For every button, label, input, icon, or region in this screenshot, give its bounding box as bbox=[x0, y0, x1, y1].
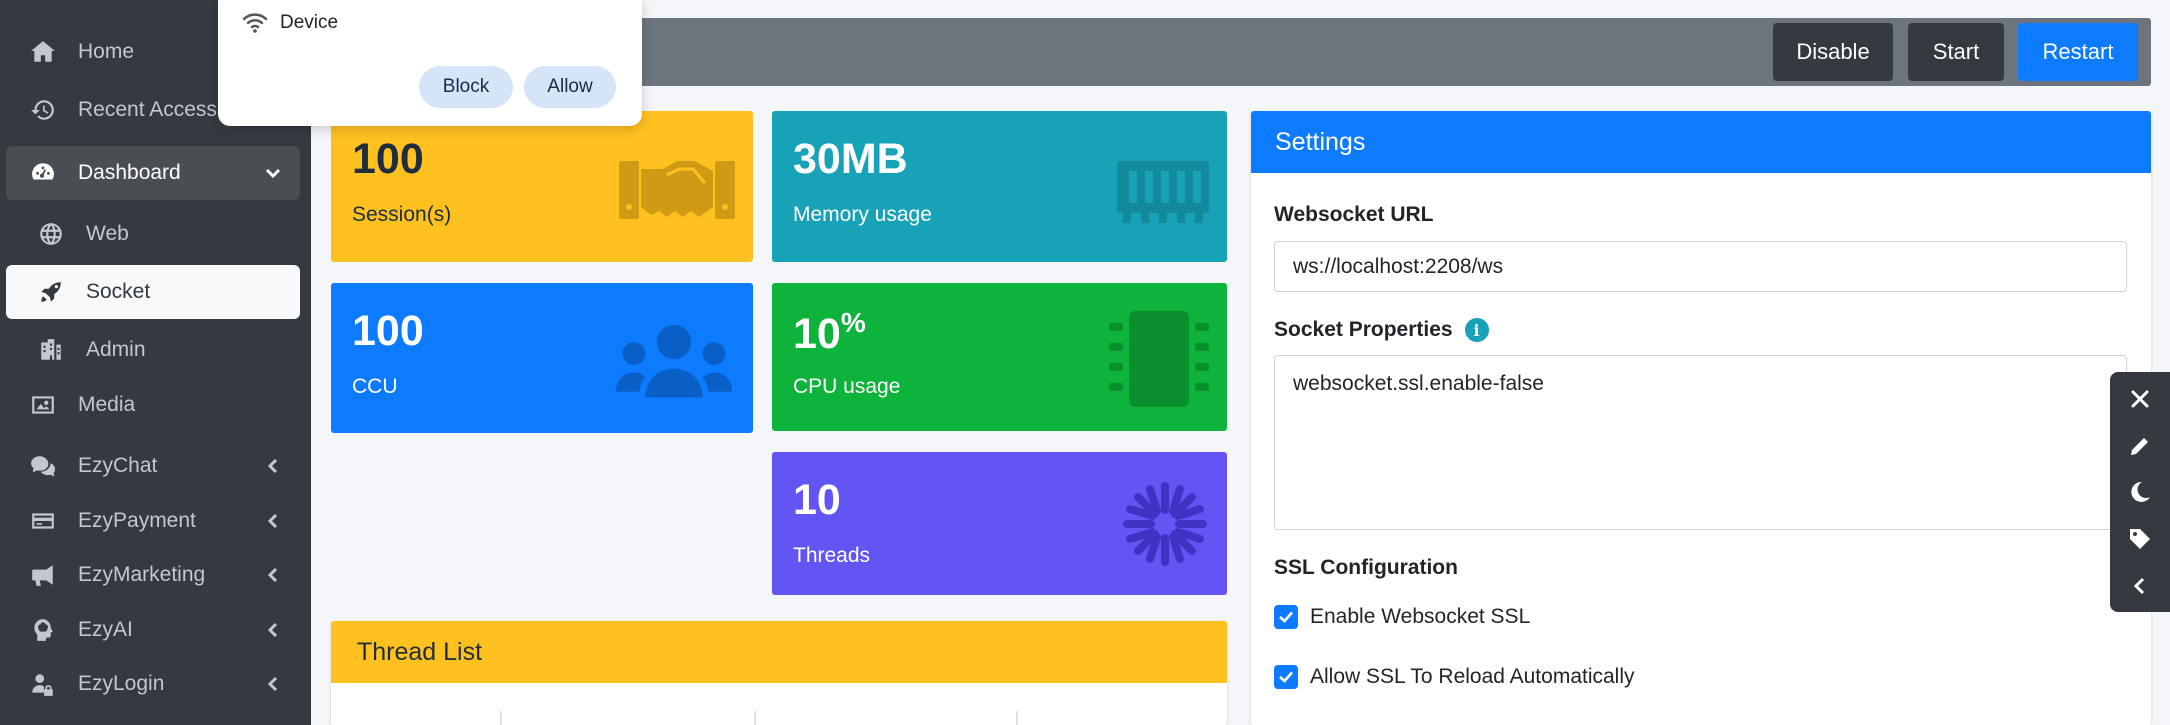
device-label: Device bbox=[280, 12, 339, 33]
chevron-left-icon[interactable] bbox=[2125, 571, 2155, 601]
socket-properties-label-row: Socket Properties i bbox=[1274, 318, 1489, 342]
thread-list-card: Thread List bbox=[331, 621, 1227, 725]
chevron-left-icon bbox=[264, 457, 282, 475]
megaphone-icon bbox=[28, 560, 58, 590]
block-button[interactable]: Block bbox=[419, 66, 513, 108]
memory-chip-icon bbox=[1117, 151, 1209, 233]
sidebar-item-label: Dashboard bbox=[78, 161, 181, 184]
sessions-value: 100 bbox=[352, 135, 424, 183]
brain-icon bbox=[28, 615, 58, 645]
chevron-left-icon bbox=[264, 675, 282, 693]
sidebar-item-web[interactable]: Web bbox=[6, 207, 300, 261]
cpu-label: CPU usage bbox=[793, 375, 901, 398]
floating-tool-panel bbox=[2110, 372, 2170, 612]
settings-card: Settings Websocket URL Socket Properties… bbox=[1251, 111, 2151, 725]
chat-icon bbox=[28, 451, 58, 481]
start-button[interactable]: Start bbox=[1908, 23, 2004, 81]
memory-value: 30MB bbox=[793, 135, 908, 183]
ccu-value: 100 bbox=[352, 307, 424, 355]
column-divider bbox=[1016, 711, 1018, 725]
check-icon bbox=[1279, 611, 1293, 623]
sidebar-item-ezychat[interactable]: EzyChat bbox=[6, 439, 300, 493]
sidebar-item-label: Recent Access bbox=[78, 98, 217, 121]
sessions-label: Session(s) bbox=[352, 203, 452, 226]
sidebar-item-label: Web bbox=[86, 222, 129, 245]
chevron-left-icon bbox=[264, 512, 282, 530]
enable-ssl-label: Enable Websocket SSL bbox=[1310, 605, 1531, 628]
sidebar-item-label: EzyLogin bbox=[78, 672, 165, 695]
enable-ssl-checkbox-row[interactable]: Enable Websocket SSL bbox=[1274, 605, 1530, 629]
info-icon[interactable]: i bbox=[1464, 318, 1489, 342]
credit-card-icon bbox=[28, 506, 58, 536]
sidebar-item-label: Admin bbox=[86, 338, 146, 361]
ssl-configuration-label: SSL Configuration bbox=[1274, 556, 1458, 579]
device-row: Device bbox=[242, 12, 338, 34]
device-permission-popup: Device Block Allow bbox=[218, 0, 642, 126]
websocket-url-label: Websocket URL bbox=[1274, 203, 1434, 226]
wifi-icon bbox=[242, 13, 268, 33]
tag-icon[interactable] bbox=[2125, 524, 2155, 554]
sidebar-item-label: Home bbox=[78, 40, 135, 63]
rocket-icon bbox=[36, 277, 66, 307]
column-divider bbox=[754, 711, 756, 725]
image-icon bbox=[28, 390, 58, 420]
sidebar-item-admin[interactable]: Admin bbox=[6, 323, 300, 377]
sidebar-item-ezypayment[interactable]: EzyPayment bbox=[6, 494, 300, 548]
close-icon[interactable] bbox=[2125, 384, 2155, 414]
cpu-chip-icon bbox=[1109, 311, 1209, 407]
sidebar-item-ezylogin[interactable]: EzyLogin bbox=[6, 657, 300, 711]
column-divider bbox=[500, 711, 502, 725]
globe-icon bbox=[36, 219, 66, 249]
cpu-value-wrap: 10% bbox=[793, 307, 866, 359]
memory-label: Memory usage bbox=[793, 203, 932, 226]
ccu-stat-box: 100 CCU bbox=[331, 283, 753, 433]
socket-properties-label: Socket Properties bbox=[1274, 318, 1453, 341]
user-lock-icon bbox=[28, 669, 58, 699]
threads-stat-box: 10 Threads bbox=[772, 452, 1227, 595]
moon-icon[interactable] bbox=[2125, 477, 2155, 507]
threads-label: Threads bbox=[793, 544, 871, 567]
pencil-icon[interactable] bbox=[2125, 431, 2155, 461]
check-icon bbox=[1279, 671, 1293, 683]
disable-button[interactable]: Disable bbox=[1773, 23, 1893, 81]
cpu-value: 10 bbox=[793, 310, 841, 358]
socket-properties-textarea[interactable]: websocket.ssl.enable-false bbox=[1274, 355, 2127, 530]
home-icon bbox=[28, 37, 58, 67]
sidebar-item-dashboard[interactable]: Dashboard bbox=[6, 146, 300, 200]
settings-title: Settings bbox=[1251, 111, 2151, 173]
history-icon bbox=[28, 95, 58, 125]
sidebar-item-ezymarketing[interactable]: EzyMarketing bbox=[6, 548, 300, 602]
sidebar-item-label: Media bbox=[78, 393, 136, 416]
sidebar-item-media[interactable]: Media bbox=[6, 378, 300, 432]
threads-value: 10 bbox=[793, 476, 841, 524]
allow-reload-checkbox[interactable] bbox=[1274, 665, 1298, 689]
thread-list-title: Thread List bbox=[331, 621, 1227, 683]
allow-reload-checkbox-row[interactable]: Allow SSL To Reload Automatically bbox=[1274, 665, 1635, 689]
users-icon bbox=[613, 323, 735, 405]
sessions-stat-box: 100 Session(s) bbox=[331, 111, 753, 262]
sidebar-item-label: EzyAI bbox=[78, 618, 133, 641]
sidebar-item-ezyai[interactable]: EzyAI bbox=[6, 603, 300, 657]
chevron-down-icon bbox=[264, 164, 282, 182]
cpu-stat-box: 10% CPU usage bbox=[772, 283, 1227, 431]
sidebar-item-label: EzyChat bbox=[78, 454, 158, 477]
sidebar-item-label: EzyPayment bbox=[78, 509, 196, 532]
sidebar-item-label: EzyMarketing bbox=[78, 563, 206, 586]
sidebar-item-label: Socket bbox=[86, 280, 151, 303]
spinner-icon bbox=[1121, 480, 1209, 568]
dashboard-icon bbox=[28, 158, 58, 188]
allow-reload-label: Allow SSL To Reload Automatically bbox=[1310, 665, 1635, 688]
websocket-url-input[interactable] bbox=[1274, 241, 2127, 292]
memory-stat-box: 30MB Memory usage bbox=[772, 111, 1227, 262]
allow-button[interactable]: Allow bbox=[524, 66, 616, 108]
cpu-unit: % bbox=[840, 307, 866, 338]
restart-button[interactable]: Restart bbox=[2018, 23, 2138, 81]
ccu-label: CCU bbox=[352, 375, 398, 398]
chevron-left-icon bbox=[264, 566, 282, 584]
enable-ssl-checkbox[interactable] bbox=[1274, 605, 1298, 629]
handshake-icon bbox=[619, 151, 735, 233]
sidebar-item-socket[interactable]: Socket bbox=[6, 265, 300, 319]
chevron-left-icon bbox=[264, 621, 282, 639]
building-icon bbox=[36, 335, 66, 365]
